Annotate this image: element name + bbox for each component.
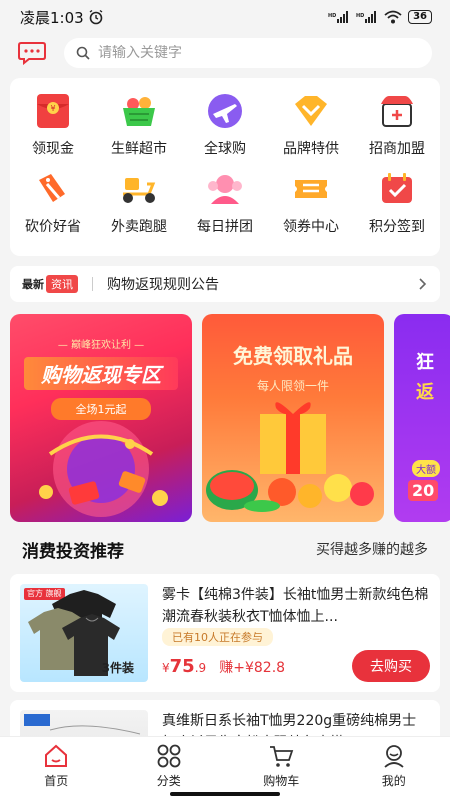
signal-icon: HD xyxy=(328,11,349,23)
red-envelope-icon: ¥ xyxy=(37,94,69,128)
price-amount: 75 xyxy=(169,655,195,677)
search-input[interactable] xyxy=(98,45,420,61)
category-item-franchise[interactable]: 招商加盟 xyxy=(357,92,437,170)
notice-news-tag: 资讯 xyxy=(46,275,78,293)
tab-label: 购物车 xyxy=(263,774,300,788)
alarm-icon xyxy=(89,9,103,25)
tab-label: 我的 xyxy=(381,774,406,788)
category-label: 积分签到 xyxy=(369,219,425,235)
category-grid: ¥ 领现金 生鲜超市 全球购 品牌特供 招商加盟 砍价好省 外卖跑腿 每日拼团 … xyxy=(10,78,440,256)
status-right: HD HD 36 xyxy=(328,10,432,24)
category-label: 砍价好省 xyxy=(25,219,81,235)
banner-partial-number: 20 xyxy=(408,480,439,501)
category-label: 生鲜超市 xyxy=(111,141,167,157)
section-title: 消费投资推荐 xyxy=(22,541,124,562)
category-label: 全球购 xyxy=(204,141,246,157)
earn-amount: 赚+¥82.8 xyxy=(219,659,286,676)
fruit-basket-icon xyxy=(123,97,155,126)
cashback-illustration-icon xyxy=(39,421,168,517)
product-info: 雾卡【纯棉3件装】长袖t恤男士新款纯色棉潮流春秋装秋衣T恤体恤上... 已有10… xyxy=(162,584,430,682)
svg-text:HD: HD xyxy=(356,13,364,19)
participants-badge: 已有10人正在参与 xyxy=(162,628,273,646)
category-item-coupon[interactable]: 领券中心 xyxy=(271,170,351,248)
tab-label: 分类 xyxy=(156,774,181,788)
category-label: 外卖跑腿 xyxy=(111,219,167,235)
banner-partial-pill: 大额 xyxy=(412,460,440,477)
status-bar: 凌晨1:03 HD HD 36 xyxy=(0,0,450,34)
banner-partial[interactable]: 狂 返 大额 20 xyxy=(394,314,450,522)
cart-icon xyxy=(270,746,294,767)
banner-carousel: — 巅峰狂欢让利 — 购物返现专区 全场1元起 免费领取礼品 每人限领一件 狂 … xyxy=(0,314,450,524)
search-row xyxy=(0,36,450,70)
category-item-cash[interactable]: ¥ 领现金 xyxy=(13,92,93,170)
category-row-2: 砍价好省 外卖跑腿 每日拼团 领券中心 积分签到 xyxy=(10,170,440,248)
product-image[interactable]: 官方 旗舰 3件装 xyxy=(20,584,148,682)
category-label: 每日拼团 xyxy=(197,219,253,235)
grid-icon xyxy=(157,744,181,768)
notice-bar[interactable]: 最新 资讯 购物返现规则公告 xyxy=(10,266,440,302)
banner-gift-subtitle: 每人限领一件 xyxy=(256,379,329,393)
svg-text:¥: ¥ xyxy=(50,104,55,113)
tab-bar: 首页 分类 购物车 我的 xyxy=(0,736,450,800)
buy-button[interactable]: 去购买 xyxy=(352,650,430,682)
category-item-delivery[interactable]: 外卖跑腿 xyxy=(99,170,179,248)
notice-divider xyxy=(92,277,93,291)
store-icon xyxy=(381,96,413,127)
category-item-global[interactable]: 全球购 xyxy=(185,92,265,170)
wifi-icon xyxy=(384,10,402,24)
category-label: 领现金 xyxy=(32,141,74,157)
home-indicator xyxy=(170,792,280,796)
tab-home[interactable]: 首页 xyxy=(16,743,96,800)
airplane-icon xyxy=(208,94,242,128)
banner-partial-text1: 狂 xyxy=(416,352,434,373)
price-decimal: .9 xyxy=(194,660,207,675)
category-item-checkin[interactable]: 积分签到 xyxy=(357,170,437,248)
chevron-right-icon xyxy=(419,278,427,290)
banner-cashback-title: 购物返现专区 xyxy=(24,357,178,390)
product-bottom: ¥75.9 赚+¥82.8 去购买 xyxy=(162,650,430,682)
tab-label: 首页 xyxy=(44,774,69,788)
banner-partial-text2: 返 xyxy=(416,382,434,403)
home-icon xyxy=(45,744,68,767)
group-avatar-icon xyxy=(208,175,242,204)
signal-2-icon: HD xyxy=(356,11,377,23)
coupon-icon xyxy=(295,180,327,198)
gift-fruit-illustration-icon xyxy=(206,402,374,512)
brand-diamond-icon xyxy=(295,96,327,126)
product-price: ¥75.9 xyxy=(162,656,207,677)
banner-gift-title: 免费领取礼品 xyxy=(233,344,353,368)
svg-text:HD: HD xyxy=(328,13,336,19)
notice-text: 购物返现规则公告 xyxy=(107,277,219,293)
section-subtitle: 买得越多赚的越多 xyxy=(316,542,428,558)
product-image-count: 3件装 xyxy=(101,661,134,675)
search-box[interactable] xyxy=(64,38,432,68)
product-title[interactable]: 雾卡【纯棉3件装】长袖t恤男士新款纯色棉潮流春秋装秋衣T恤体恤上... xyxy=(162,584,430,622)
notice-latest-tag: 最新 xyxy=(22,278,44,291)
category-label: 品牌特供 xyxy=(283,141,339,157)
price-currency: ¥ xyxy=(162,660,170,675)
status-time: 凌晨1:03 xyxy=(20,8,84,27)
category-row-1: ¥ 领现金 生鲜超市 全球购 品牌特供 招商加盟 xyxy=(10,92,440,170)
category-item-fresh[interactable]: 生鲜超市 xyxy=(99,92,179,170)
section-header: 消费投资推荐 买得越多赚的越多 xyxy=(0,524,450,574)
price-group: ¥75.9 赚+¥82.8 xyxy=(162,656,285,677)
calendar-check-icon xyxy=(382,173,412,203)
tab-profile[interactable]: 我的 xyxy=(354,743,434,800)
search-icon xyxy=(76,46,90,60)
banner-free-gift[interactable]: 免费领取礼品 每人限领一件 xyxy=(202,314,384,522)
banner-cashback[interactable]: — 巅峰狂欢让利 — 购物返现专区 全场1元起 xyxy=(10,314,192,522)
category-label: 领券中心 xyxy=(283,219,339,235)
category-item-group[interactable]: 每日拼团 xyxy=(185,170,265,248)
category-label: 招商加盟 xyxy=(369,141,425,157)
category-item-brand[interactable]: 品牌特供 xyxy=(271,92,351,170)
category-item-bargain[interactable]: 砍价好省 xyxy=(13,170,93,248)
message-icon[interactable] xyxy=(18,41,46,65)
price-tag-icon xyxy=(39,174,65,202)
product-card[interactable]: 官方 旗舰 3件装 雾卡【纯棉3件装】长袖t恤男士新款纯色棉潮流春秋装秋衣T恤体… xyxy=(10,574,440,692)
scooter-icon xyxy=(123,178,156,203)
status-left: 凌晨1:03 xyxy=(20,7,104,28)
battery-indicator: 36 xyxy=(408,10,432,24)
user-icon xyxy=(384,745,404,768)
banner-cashback-top: — 巅峰狂欢让利 — xyxy=(57,340,145,351)
